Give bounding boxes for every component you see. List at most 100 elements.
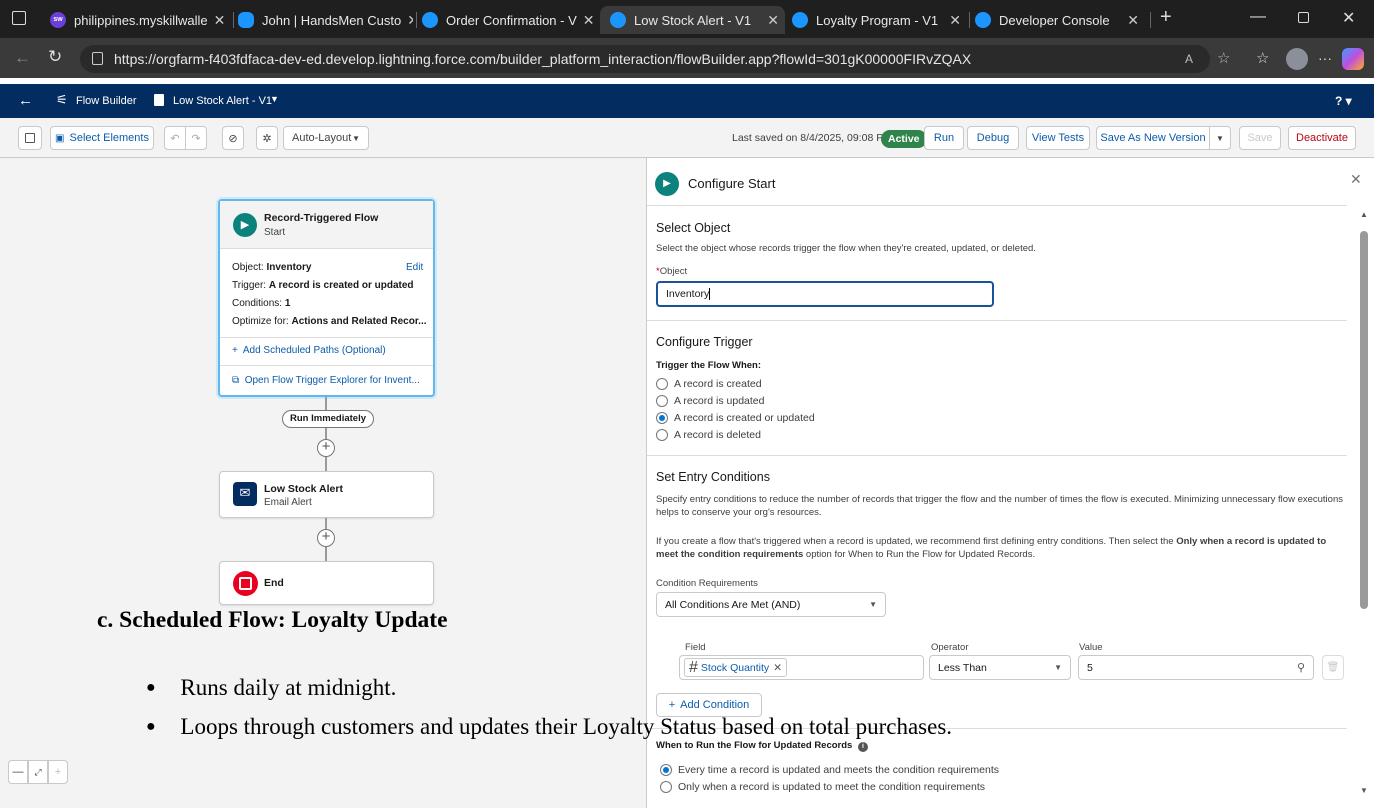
browser-tab[interactable]: Order Confirmation - V ✕	[422, 6, 597, 34]
favorites-icon[interactable]: ☆	[1256, 49, 1269, 67]
profile-avatar[interactable]	[1286, 48, 1308, 70]
close-icon[interactable]: ✕	[943, 12, 967, 29]
back-arrow-icon[interactable]: ←	[18, 92, 33, 109]
close-icon[interactable]: ✕	[208, 12, 230, 29]
close-window-icon[interactable]: ✕	[1342, 8, 1355, 28]
redo-button[interactable]: ↷	[185, 126, 207, 150]
when-run-option-every-time[interactable]: Every time a record is updated and meets…	[660, 761, 999, 778]
restore-icon[interactable]	[1298, 12, 1309, 23]
when-run-label-row: When to Run the Flow for Updated Records…	[656, 740, 868, 752]
radio-button[interactable]	[656, 428, 668, 441]
undo-button[interactable]: ↶	[164, 126, 186, 150]
settings-gear-button[interactable]: ✲	[256, 126, 278, 150]
chevron-down-icon[interactable]: ▼	[270, 94, 279, 104]
field-input[interactable]: # Stock Quantity ✕	[679, 655, 924, 680]
scrollbar-up-arrow[interactable]: ▲	[1360, 210, 1368, 219]
value-input[interactable]: 5 ⚲	[1078, 655, 1314, 680]
trigger-option-deleted[interactable]: A record is deleted	[656, 426, 761, 443]
info-icon[interactable]: i	[857, 742, 868, 752]
browser-tab-active[interactable]: Low Stock Alert - V1 ✕	[600, 6, 785, 34]
minimize-icon[interactable]: —	[1250, 8, 1266, 26]
end-element[interactable]: End	[219, 561, 434, 605]
copilot-icon[interactable]	[1342, 48, 1364, 70]
status-badge: Active	[881, 130, 927, 148]
trigger-option-created[interactable]: A record is created	[656, 375, 762, 392]
close-icon[interactable]: ✕	[761, 12, 785, 29]
read-aloud-icon[interactable]: A	[1185, 52, 1193, 66]
operator-label: Operator	[931, 642, 969, 653]
radio-button-selected[interactable]	[660, 763, 672, 776]
flow-builder-icon: ⚟	[56, 92, 68, 107]
site-info-icon[interactable]	[92, 52, 103, 65]
browser-tab[interactable]: John | HandsMen Custo ✕	[238, 6, 413, 34]
divider	[647, 455, 1347, 456]
when-run-option-only-when[interactable]: Only when a record is updated to meet th…	[660, 778, 985, 795]
field-label: Field	[685, 642, 706, 653]
radio-button[interactable]	[656, 377, 668, 390]
toggle-panel-button[interactable]	[18, 126, 42, 150]
tab-separator	[416, 12, 417, 28]
close-icon[interactable]: ✕	[1121, 12, 1145, 29]
more-options-icon[interactable]: ···	[1318, 50, 1332, 66]
fit-view-button[interactable]: ⤢	[28, 760, 48, 784]
save-menu-button[interactable]: ▼	[1209, 126, 1231, 150]
url-field[interactable]: https://orgfarm-f403fdfaca-dev-ed.develo…	[80, 45, 1210, 73]
tab-actions-icon[interactable]	[12, 11, 26, 25]
layout-select[interactable]: Auto-Layout ▼	[283, 126, 369, 150]
low-stock-alert-element[interactable]: ✉ Low Stock Alert Email Alert	[219, 471, 434, 518]
edit-link[interactable]: Edit	[406, 262, 423, 273]
delete-condition-button[interactable]: 🗑	[1322, 655, 1344, 680]
trigger-row: Trigger: A record is created or updated	[232, 280, 414, 291]
bullet-text: Loops through customers and updates thei…	[180, 714, 953, 739]
favorite-star-icon[interactable]: ☆	[1217, 49, 1230, 67]
browser-tab[interactable]: Developer Console ✕	[975, 6, 1145, 34]
new-tab-icon[interactable]: +	[1160, 6, 1172, 29]
errors-button[interactable]: ⊘	[222, 126, 244, 150]
close-icon[interactable]: ✕	[401, 12, 413, 29]
value-input-text: 5	[1087, 661, 1093, 674]
chevron-down-icon: ▼	[352, 133, 360, 143]
back-icon[interactable]: ←	[14, 48, 31, 68]
trigger-value: A record is created or updated	[268, 280, 414, 291]
radio-button[interactable]	[656, 394, 668, 407]
trigger-option-updated[interactable]: A record is updated	[656, 392, 764, 409]
browser-tab[interactable]: sw philippines.myskillwalle ✕	[50, 6, 230, 34]
close-icon[interactable]: ✕	[577, 12, 597, 29]
close-icon[interactable]: ✕	[1350, 171, 1362, 188]
operator-value: Less Than	[938, 661, 987, 674]
select-elements-button[interactable]: ▣ Select Elements	[50, 126, 154, 150]
run-button[interactable]: Run	[924, 126, 964, 150]
deactivate-button[interactable]: Deactivate	[1288, 126, 1356, 150]
view-tests-button[interactable]: View Tests	[1026, 126, 1090, 150]
help-menu[interactable]: ? ▾	[1335, 94, 1352, 108]
flow-name[interactable]: Low Stock Alert - V1	[173, 95, 272, 107]
scrollbar-thumb[interactable]	[1360, 231, 1368, 609]
remove-icon[interactable]: ✕	[773, 662, 782, 674]
condition-req-select[interactable]: All Conditions Are Met (AND) ▼	[656, 592, 886, 617]
add-element-button[interactable]: +	[317, 529, 335, 547]
zoom-in-button[interactable]: +	[48, 760, 68, 784]
browser-tab[interactable]: Loyalty Program - V1 ✕	[792, 6, 967, 34]
tab-separator	[233, 12, 234, 28]
divider	[220, 365, 433, 366]
add-element-button[interactable]: +	[317, 439, 335, 457]
open-trigger-explorer-link[interactable]: ⧉ Open Flow Trigger Explorer for Invent.…	[232, 375, 420, 386]
run-label: Run	[933, 132, 955, 144]
trigger-when-label: Trigger the Flow When:	[656, 360, 762, 371]
save-button[interactable]: Save	[1239, 126, 1281, 150]
radio-button[interactable]	[660, 780, 672, 793]
start-element-card[interactable]: ▶ Record-Triggered Flow Start Object: In…	[218, 199, 435, 397]
flow-canvas[interactable]: ▶ Record-Triggered Flow Start Object: In…	[0, 158, 646, 808]
refresh-icon[interactable]: ↻	[48, 47, 62, 67]
object-input[interactable]: Inventory	[656, 281, 994, 307]
entry-desc-2: If you create a flow that's triggered wh…	[656, 535, 1346, 561]
radio-button-selected[interactable]	[656, 411, 668, 424]
trigger-option-created-or-updated[interactable]: A record is created or updated	[656, 409, 815, 426]
debug-button[interactable]: Debug	[967, 126, 1019, 150]
add-scheduled-paths-link[interactable]: + Add Scheduled Paths (Optional)	[232, 345, 386, 356]
save-as-new-version-button[interactable]: Save As New Version	[1096, 126, 1210, 150]
operator-select[interactable]: Less Than ▼	[929, 655, 1071, 680]
zoom-out-button[interactable]: —	[8, 760, 28, 784]
field-pill-label: Stock Quantity	[700, 661, 770, 674]
scrollbar-down-arrow[interactable]: ▼	[1360, 786, 1368, 795]
